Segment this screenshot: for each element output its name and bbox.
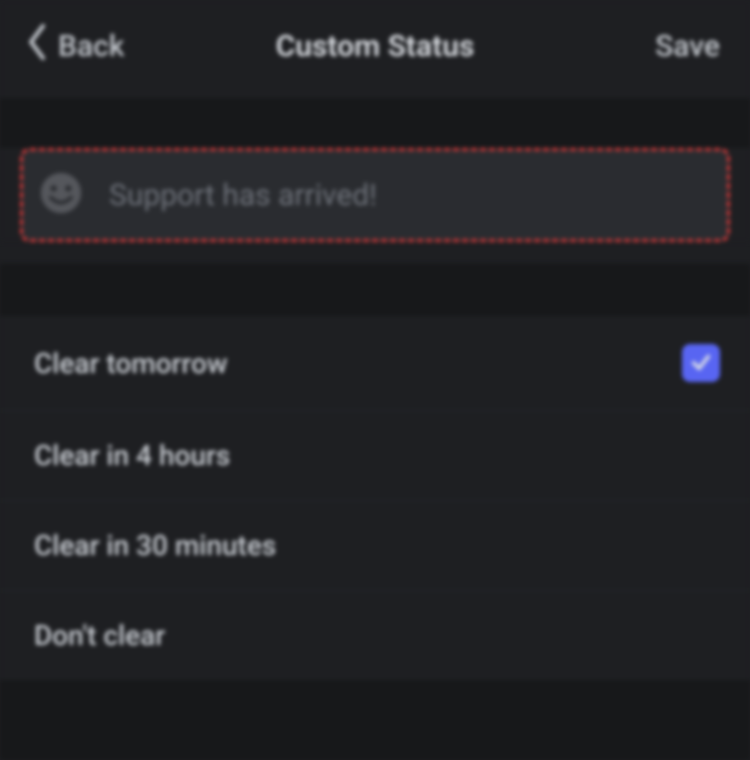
- page-title: Custom Status: [276, 29, 475, 64]
- smile-icon: [39, 171, 83, 219]
- clear-option-dont-clear[interactable]: Don't clear: [0, 590, 750, 680]
- clear-option-tomorrow[interactable]: Clear tomorrow: [0, 316, 750, 410]
- save-button[interactable]: Save: [655, 29, 720, 64]
- option-label: Clear in 4 hours: [34, 439, 230, 472]
- option-label: Clear tomorrow: [34, 347, 228, 380]
- clear-option-4-hours[interactable]: Clear in 4 hours: [0, 410, 750, 500]
- emoji-picker-button[interactable]: [39, 173, 83, 217]
- status-section: [0, 148, 750, 242]
- back-label: Back: [58, 29, 124, 64]
- clear-options-list: Clear tomorrow Clear in 4 hours Clear in…: [0, 316, 750, 680]
- section-divider: [0, 98, 750, 148]
- header-bar: Back Custom Status Save: [0, 0, 750, 98]
- back-button[interactable]: Back: [22, 22, 124, 70]
- chevron-left-icon: [22, 22, 52, 70]
- section-divider: [0, 264, 750, 316]
- clear-option-30-minutes[interactable]: Clear in 30 minutes: [0, 500, 750, 590]
- option-label: Clear in 30 minutes: [34, 529, 276, 562]
- check-icon: [690, 347, 712, 380]
- checkbox-checked[interactable]: [682, 344, 720, 382]
- status-text-input[interactable]: [109, 178, 711, 213]
- status-input-row: [20, 148, 730, 242]
- option-label: Don't clear: [34, 619, 165, 652]
- section-divider: [0, 680, 750, 760]
